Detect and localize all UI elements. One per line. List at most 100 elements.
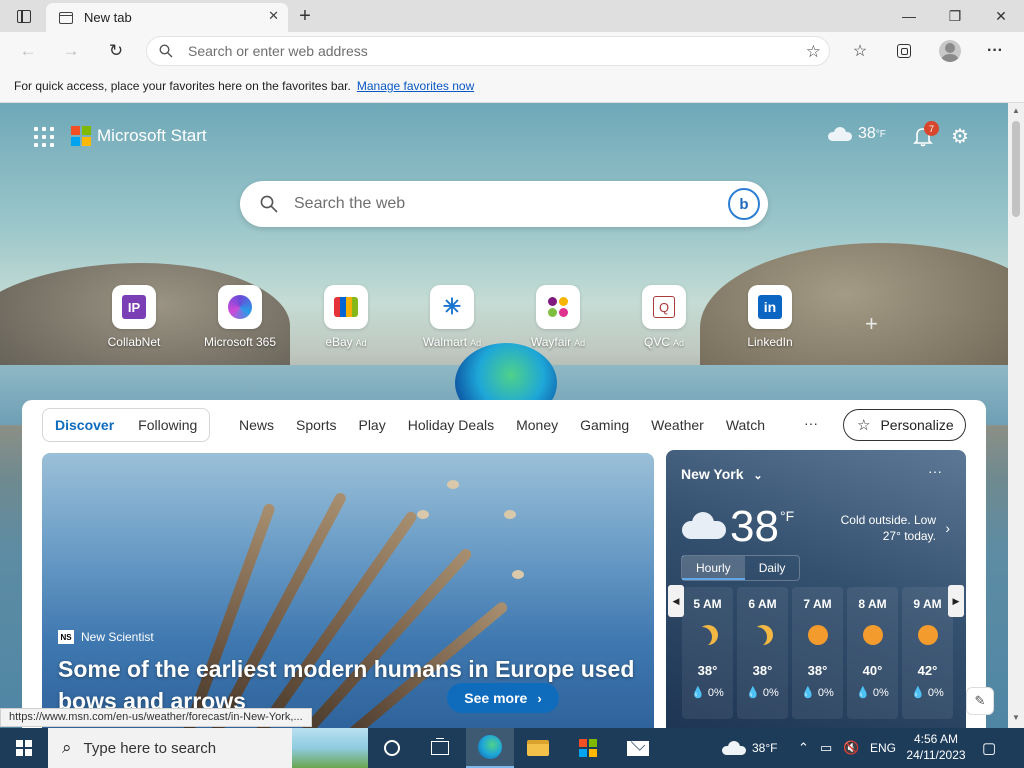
favorites-icon[interactable]: ☆ xyxy=(846,38,874,64)
chevron-right-icon[interactable]: › xyxy=(945,520,950,536)
weather-temp: 38 xyxy=(730,502,779,551)
web-search-input[interactable] xyxy=(294,181,694,227)
quick-link-ebay[interactable]: eBay Ad xyxy=(298,285,394,349)
browser-title-bar: New tab ✕ + — ❐ ✕ xyxy=(0,0,1024,32)
edge-taskbar-icon[interactable] xyxy=(466,728,514,768)
droplet-icon: 💧 xyxy=(801,687,815,699)
action-center-icon[interactable]: ▢ xyxy=(982,728,996,768)
scrollbar-thumb[interactable] xyxy=(1012,121,1020,217)
scroll-up-icon[interactable]: ▲ xyxy=(1012,106,1020,115)
weather-card[interactable]: New York ⌄ ··· 38 °F Cold outside. Low 2… xyxy=(666,450,966,728)
more-tabs-button[interactable]: ··· xyxy=(804,415,818,431)
hour-precip: 0% xyxy=(817,687,834,699)
address-input[interactable] xyxy=(188,37,748,65)
restore-button[interactable]: ❐ xyxy=(932,0,978,32)
personalize-button[interactable]: ☆ Personalize xyxy=(843,409,966,441)
settings-gear-icon[interactable]: ⚙ xyxy=(951,124,969,149)
tab-discover[interactable]: Discover xyxy=(43,417,126,433)
bing-chat-icon[interactable]: b xyxy=(728,188,760,220)
add-favorite-icon[interactable]: ☆ xyxy=(806,42,821,62)
scroll-down-icon[interactable]: ▼ xyxy=(1012,713,1020,722)
quick-link-label: Wayfair xyxy=(530,335,572,349)
refresh-button[interactable]: ↻ xyxy=(102,38,130,64)
new-tab-button[interactable]: + xyxy=(292,0,318,32)
mail-icon[interactable] xyxy=(614,728,662,768)
ebay-bag-icon xyxy=(334,297,358,317)
collections-icon[interactable] xyxy=(890,38,918,64)
hour-time: 9 AM xyxy=(913,597,942,611)
quick-link-collabnet[interactable]: IP CollabNet xyxy=(86,285,182,349)
hour-precip: 0% xyxy=(762,687,779,699)
taskbar-search-box[interactable]: ⌕ Type here to search xyxy=(48,728,368,768)
weather-location[interactable]: New York ⌄ xyxy=(681,466,763,482)
tab-weather[interactable]: Weather xyxy=(640,417,715,433)
start-button[interactable] xyxy=(0,728,48,768)
quick-link-qvc[interactable]: Q QVC Ad xyxy=(616,285,712,349)
forward-button[interactable]: → xyxy=(57,38,85,64)
quick-link-walmart[interactable]: ✳ Walmart Ad xyxy=(404,285,500,349)
article-source[interactable]: NS New Scientist xyxy=(58,630,154,644)
tab-following[interactable]: Following xyxy=(126,417,209,433)
notification-count-badge: 7 xyxy=(924,121,939,136)
close-window-button[interactable]: ✕ xyxy=(978,0,1024,32)
add-shortcut-icon[interactable]: + xyxy=(865,311,878,337)
quick-link-label: CollabNet xyxy=(107,335,161,349)
quick-link-label: QVC xyxy=(643,335,670,349)
page-scrollbar[interactable]: ▲ ▼ xyxy=(1008,103,1024,728)
tab-daily[interactable]: Daily xyxy=(745,556,800,580)
quick-link-linkedin[interactable]: in LinkedIn xyxy=(722,285,818,349)
tab-sports[interactable]: Sports xyxy=(285,417,347,433)
cortana-icon[interactable] xyxy=(368,728,416,768)
volume-muted-icon[interactable]: 🔇 xyxy=(843,728,859,768)
see-more-button[interactable]: See more › xyxy=(447,683,559,713)
droplet-icon: 💧 xyxy=(746,687,760,699)
walmart-spark-icon: ✳ xyxy=(442,294,462,319)
quick-link-wayfair[interactable]: Wayfair Ad xyxy=(510,285,606,349)
hour-temp: 42° xyxy=(917,663,938,678)
header-weather[interactable]: 38 °F xyxy=(828,125,886,143)
brand-title[interactable]: Microsoft Start xyxy=(97,126,207,146)
news-feed: Discover Following News Sports Play Holi… xyxy=(22,400,986,728)
tab-hourly[interactable]: Hourly xyxy=(682,556,745,580)
show-hidden-icons[interactable]: ⌃ xyxy=(798,728,809,768)
task-view-icon[interactable] xyxy=(416,728,464,768)
arrow-tip-image xyxy=(504,510,516,519)
hour-precip: 0% xyxy=(927,687,944,699)
weather-more-icon[interactable]: ··· xyxy=(928,463,942,479)
web-search-box[interactable]: b xyxy=(240,181,768,227)
tab-gaming[interactable]: Gaming xyxy=(569,417,640,433)
tab-actions-icon[interactable] xyxy=(10,0,38,32)
quick-link-label: eBay xyxy=(325,335,353,349)
file-explorer-icon[interactable] xyxy=(514,728,562,768)
system-clock[interactable]: 4:56 AM 24/11/2023 xyxy=(905,731,967,763)
new-tab-page: Microsoft Start 38°F 7 ⚙ b IP CollabNet … xyxy=(0,103,1008,728)
tab-new-tab[interactable]: New tab ✕ xyxy=(46,3,288,32)
tab-holiday-deals[interactable]: Holiday Deals xyxy=(397,417,505,433)
scroll-right-icon[interactable]: ▶ xyxy=(948,585,964,617)
top-story-card[interactable]: NS New Scientist Some of the earliest mo… xyxy=(42,453,654,728)
taskbar-weather[interactable]: 38°F xyxy=(722,728,777,768)
weather-description[interactable]: Cold outside. Low 27° today. xyxy=(824,512,936,544)
back-button[interactable]: ← xyxy=(14,38,42,64)
manage-favorites-link[interactable]: Manage favorites now xyxy=(357,79,474,93)
feedback-icon[interactable]: ✎ xyxy=(966,687,994,715)
input-language[interactable]: ENG xyxy=(870,728,896,768)
moon-icon xyxy=(698,625,718,645)
more-menu-icon[interactable]: ··· xyxy=(981,38,1009,64)
tab-play[interactable]: Play xyxy=(347,417,396,433)
search-icon xyxy=(260,195,278,213)
tab-news[interactable]: News xyxy=(228,417,285,433)
tab-watch[interactable]: Watch xyxy=(715,417,776,433)
hour-time: 6 AM xyxy=(748,597,777,611)
minimize-button[interactable]: — xyxy=(886,0,932,32)
ad-label: Ad xyxy=(470,338,482,348)
app-launcher-icon[interactable] xyxy=(34,127,54,147)
tab-close-icon[interactable]: ✕ xyxy=(268,8,279,24)
address-bar[interactable]: ☆ xyxy=(146,36,830,66)
profile-avatar[interactable] xyxy=(939,40,961,62)
favorites-hint: For quick access, place your favorites h… xyxy=(14,79,351,93)
tab-money[interactable]: Money xyxy=(505,417,569,433)
quick-link-microsoft-365[interactable]: Microsoft 365 xyxy=(192,285,288,349)
network-icon[interactable]: ▭ xyxy=(820,728,832,768)
store-icon[interactable] xyxy=(564,728,612,768)
